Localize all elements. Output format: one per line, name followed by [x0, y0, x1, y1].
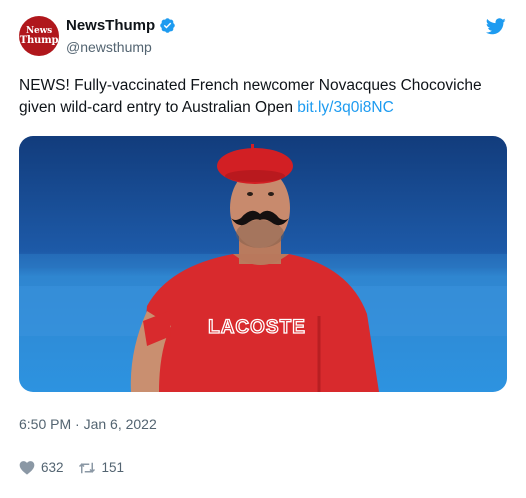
heart-icon[interactable] [19, 460, 35, 475]
tweet-card[interactable]: News Thump NewsThump @newsthump NEWS! Fu… [0, 0, 526, 498]
author-name-row: NewsThump [66, 17, 176, 34]
retweet-action[interactable]: 151 [78, 460, 125, 475]
photo-illustration: LACOSTE [19, 136, 507, 392]
twitter-bird-icon[interactable] [486, 18, 506, 35]
tweet-timestamp[interactable]: 6:50 PM · Jan 6, 2022 [19, 416, 157, 432]
avatar[interactable]: News Thump [19, 16, 59, 56]
engagement-bar: 632 151 [19, 460, 138, 475]
display-name[interactable]: NewsThump [66, 17, 155, 34]
tweet-image[interactable]: LACOSTE [19, 136, 507, 392]
tweet-body: NEWS! Fully-vaccinated French newcomer N… [19, 77, 482, 116]
account-handle[interactable]: @newsthump [66, 39, 152, 55]
shirt-text: LACOSTE [208, 317, 306, 338]
like-count: 632 [41, 460, 64, 475]
retweet-count: 151 [101, 460, 125, 475]
like-action[interactable]: 632 [19, 460, 64, 475]
verified-badge-icon [160, 18, 175, 33]
tweet-link[interactable]: bit.ly/3q0i8NC [297, 99, 394, 116]
tweet-text: NEWS! Fully-vaccinated French newcomer N… [19, 75, 509, 119]
retweet-icon[interactable] [78, 461, 96, 475]
avatar-text-line2: Thump [19, 34, 59, 46]
